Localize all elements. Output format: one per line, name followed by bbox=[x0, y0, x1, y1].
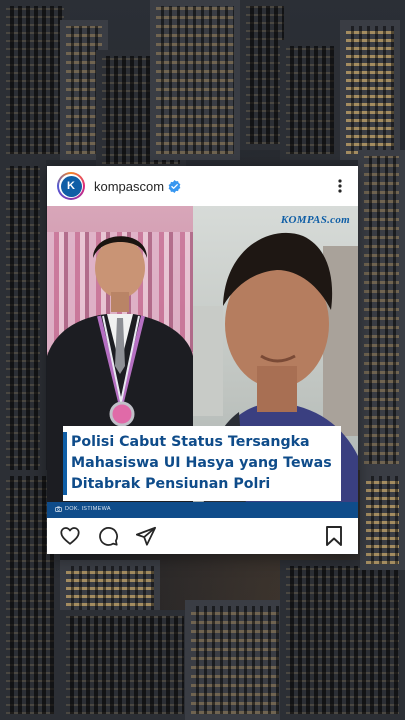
share-icon[interactable] bbox=[135, 525, 157, 547]
building bbox=[280, 40, 340, 160]
photo-credit: DOK. ISTIMEWA bbox=[55, 506, 111, 512]
building bbox=[150, 0, 240, 160]
post-header: K kompascom bbox=[47, 166, 358, 206]
camera-icon bbox=[55, 506, 62, 512]
username[interactable]: kompascom bbox=[94, 179, 164, 194]
kompas-watermark: KOMPAS.com bbox=[280, 214, 350, 226]
comment-icon[interactable] bbox=[97, 525, 119, 547]
building bbox=[280, 560, 405, 720]
building bbox=[360, 470, 405, 570]
building bbox=[185, 600, 285, 720]
image-footer-bar: DOK. ISTIMEWA bbox=[47, 502, 358, 518]
heart-icon[interactable] bbox=[59, 525, 81, 547]
kompas-logo-icon: K bbox=[60, 175, 82, 197]
more-options-icon[interactable] bbox=[338, 179, 342, 193]
avatar[interactable]: K bbox=[57, 172, 85, 200]
building bbox=[358, 150, 405, 470]
photo-credit-text: DOK. ISTIMEWA bbox=[65, 506, 111, 512]
post-image[interactable]: KOMPAS.com Polisi Cabut Status Tersangka… bbox=[47, 206, 358, 518]
building bbox=[60, 610, 190, 720]
news-headline: Polisi Cabut Status Tersangka Mahasiswa … bbox=[71, 434, 332, 492]
verified-badge-icon bbox=[168, 179, 181, 193]
bookmark-icon[interactable] bbox=[324, 525, 344, 547]
building bbox=[340, 20, 400, 160]
headline-box: Polisi Cabut Status Tersangka Mahasiswa … bbox=[63, 426, 341, 501]
building bbox=[0, 160, 46, 480]
post-action-bar bbox=[47, 518, 358, 554]
instagram-post: K kompascom KOMPAS.com Polisi Cabut Stat… bbox=[47, 166, 358, 554]
